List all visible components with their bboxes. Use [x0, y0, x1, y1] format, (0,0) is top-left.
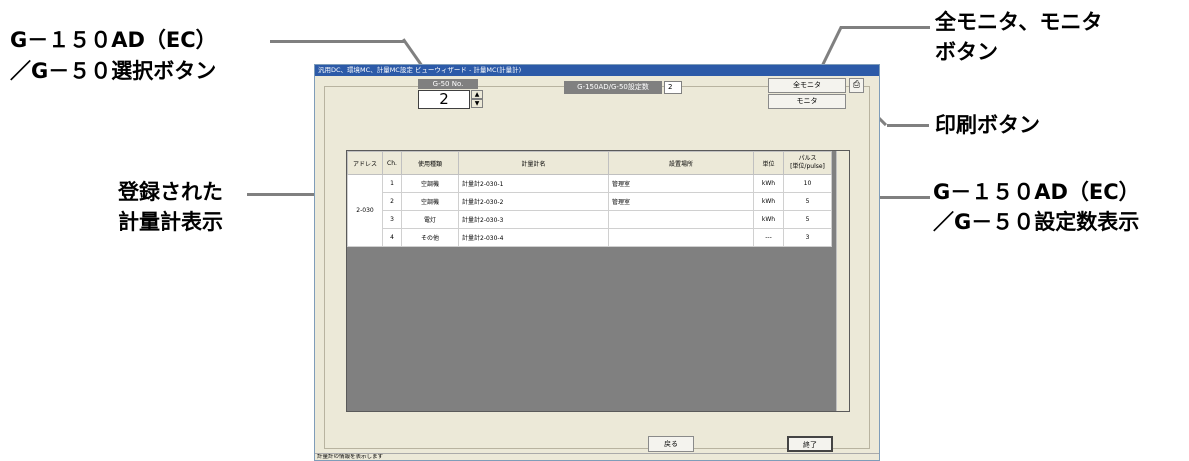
callout-monitor: 全モニタ、モニタ ボタン [935, 9, 1102, 66]
col-location: 設置場所 [608, 151, 754, 175]
pulse-cell: 5 [783, 210, 832, 229]
callout-registered-line2: 計量計表示 [118, 210, 223, 234]
callout-select-button: G－１５０AD（EC） ／G－５０選択ボタン [10, 27, 217, 85]
unit-cell: kWh [753, 174, 784, 193]
print-button[interactable]: ⎙ [849, 78, 864, 93]
meter-name-cell: 計量計2-030-4 [458, 228, 609, 247]
col-channel: Ch. [382, 151, 402, 175]
location-cell [608, 210, 754, 229]
pulse-cell: 3 [783, 228, 832, 247]
status-bar: 計量計の情報を表示します [315, 453, 879, 460]
location-cell: 管理室 [608, 192, 754, 211]
exit-button[interactable]: 終了 [787, 436, 833, 452]
unit-cell: kWh [753, 192, 784, 211]
app-window: 汎用DC、環境MC、計量MC設定 ビューウィザード - 計量MC(計量計) G-… [314, 64, 880, 461]
callout-select-line1: G－１５０AD（EC） [10, 28, 217, 52]
col-meter-name: 計量計名 [458, 151, 609, 175]
table-scrollbar[interactable] [836, 151, 849, 411]
monitor-button[interactable]: モニタ [768, 94, 846, 109]
unit-cell: --- [753, 228, 784, 247]
callout-setcount-line1: G－１５０AD（EC） [933, 180, 1140, 204]
leader-monitor [840, 26, 930, 29]
callout-setcount-line2: ／G－５０設定数表示 [933, 210, 1140, 234]
window-title: 汎用DC、環境MC、計量MC設定 ビューウィザード - 計量MC(計量計) [315, 65, 879, 76]
callout-print: 印刷ボタン [935, 113, 1040, 137]
channel-cell: 2 [382, 192, 402, 211]
callout-setcount: G－１５０AD（EC） ／G－５０設定数表示 [933, 179, 1140, 236]
meter-name-cell: 計量計2-030-1 [458, 174, 609, 193]
g50-number-label: G-50 No. [418, 79, 478, 89]
meter-name-cell: 計量計2-030-2 [458, 192, 609, 211]
pulse-cell: 10 [783, 174, 832, 193]
channel-cell: 1 [382, 174, 402, 193]
spin-down-button[interactable]: ▼ [471, 99, 483, 108]
leader-print [887, 124, 929, 127]
col-address: アドレス [347, 151, 383, 175]
usage-type-cell: 空調機 [401, 192, 459, 211]
spin-up-button[interactable]: ▲ [471, 90, 483, 99]
channel-cell: 4 [382, 228, 402, 247]
table-row[interactable]: 4 その他 計量計2-030-4 --- 3 [348, 228, 832, 247]
table-row[interactable]: 3 電灯 計量計2-030-3 kWh 5 [348, 210, 832, 229]
setcount-value: 2 [664, 81, 682, 94]
table-header-row: アドレス Ch. 使用種類 計量計名 設置場所 単位 パルス [単位/pulse… [347, 151, 832, 175]
callout-registered: 登録された 計量計表示 [118, 179, 223, 236]
unit-cell: kWh [753, 210, 784, 229]
leader-select [270, 40, 405, 43]
meter-table: アドレス Ch. 使用種類 計量計名 設置場所 単位 パルス [単位/pulse… [347, 151, 832, 247]
col-usage-type: 使用種類 [401, 151, 459, 175]
address-cell: 2-030 [347, 174, 383, 247]
back-button[interactable]: 戻る [648, 436, 694, 452]
g50-number-field[interactable]: 2 [418, 90, 470, 109]
all-monitor-button[interactable]: 全モニタ [768, 78, 846, 93]
location-cell [608, 228, 754, 247]
table-row[interactable]: 2-030 1 空調機 計量計2-030-1 管理室 kWh 10 [347, 174, 832, 247]
callout-registered-line1: 登録された [118, 180, 223, 204]
channel-cell: 3 [382, 210, 402, 229]
usage-type-cell: その他 [401, 228, 459, 247]
location-cell: 管理室 [608, 174, 754, 193]
pulse-cell: 5 [783, 192, 832, 211]
table-row[interactable]: 2 空調機 計量計2-030-2 管理室 kWh 5 [348, 192, 832, 211]
callout-monitor-line1: 全モニタ、モニタ [935, 10, 1103, 34]
col-pulse: パルス [単位/pulse] [783, 151, 832, 175]
printer-icon: ⎙ [852, 80, 861, 90]
callout-monitor-line2: ボタン [935, 40, 998, 64]
col-unit: 単位 [753, 151, 784, 175]
callout-select-line2: ／G－５０選択ボタン [10, 59, 217, 83]
meter-name-cell: 計量計2-030-3 [458, 210, 609, 229]
usage-type-cell: 空調機 [401, 174, 459, 193]
usage-type-cell: 電灯 [401, 210, 459, 229]
setcount-label: G-150AD/G-50設定数 [564, 81, 662, 94]
meter-table-panel: アドレス Ch. 使用種類 計量計名 設置場所 単位 パルス [単位/pulse… [346, 150, 850, 412]
